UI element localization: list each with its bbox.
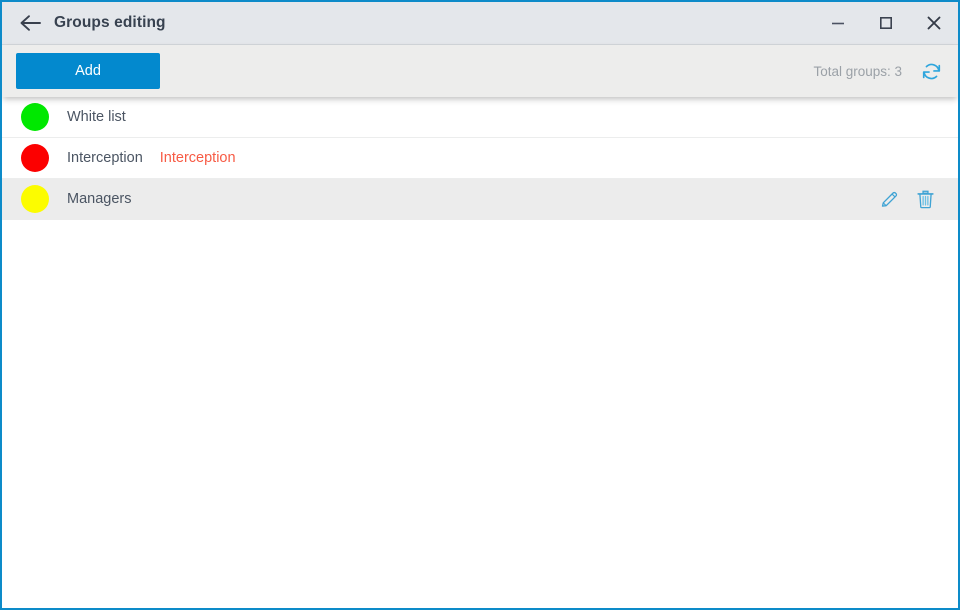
- table-row[interactable]: Managers: [2, 179, 958, 220]
- minimize-icon: [830, 15, 846, 31]
- table-row[interactable]: White list: [2, 97, 958, 138]
- trash-icon: [915, 189, 936, 210]
- total-groups-label: Total groups: 3: [813, 63, 902, 79]
- close-icon: [925, 14, 943, 32]
- minimize-button[interactable]: [814, 2, 862, 44]
- edit-group-button[interactable]: [874, 184, 904, 214]
- group-color-swatch: [21, 144, 49, 172]
- group-name-label: White list: [67, 109, 126, 125]
- pencil-icon: [879, 189, 900, 210]
- refresh-button[interactable]: [916, 56, 946, 86]
- titlebar: Groups editing: [2, 2, 958, 45]
- maximize-icon: [878, 15, 894, 31]
- group-color-swatch: [21, 185, 49, 213]
- toolbar-right-group: Total groups: 3: [813, 56, 958, 86]
- maximize-button[interactable]: [862, 2, 910, 44]
- group-name-label: Interception: [67, 150, 143, 166]
- group-tag-label: Interception: [159, 150, 236, 166]
- group-name-label: Managers: [67, 191, 132, 207]
- table-row[interactable]: Interception Interception: [2, 138, 958, 179]
- close-button[interactable]: [910, 2, 958, 44]
- group-color-swatch: [21, 103, 49, 131]
- row-actions: [868, 184, 958, 214]
- toolbar: Add Total groups: 3: [2, 45, 958, 97]
- back-button[interactable]: [14, 8, 48, 38]
- arrow-left-icon: [19, 14, 43, 32]
- page-title: Groups editing: [54, 14, 166, 31]
- window-controls: [814, 2, 958, 44]
- group-list[interactable]: White list Interception Interception Man…: [2, 97, 958, 608]
- delete-group-button[interactable]: [910, 184, 940, 214]
- groups-editing-window: Groups editing Add Total groups: 3 White…: [0, 0, 960, 610]
- refresh-icon: [921, 61, 942, 82]
- add-button[interactable]: Add: [16, 53, 160, 89]
